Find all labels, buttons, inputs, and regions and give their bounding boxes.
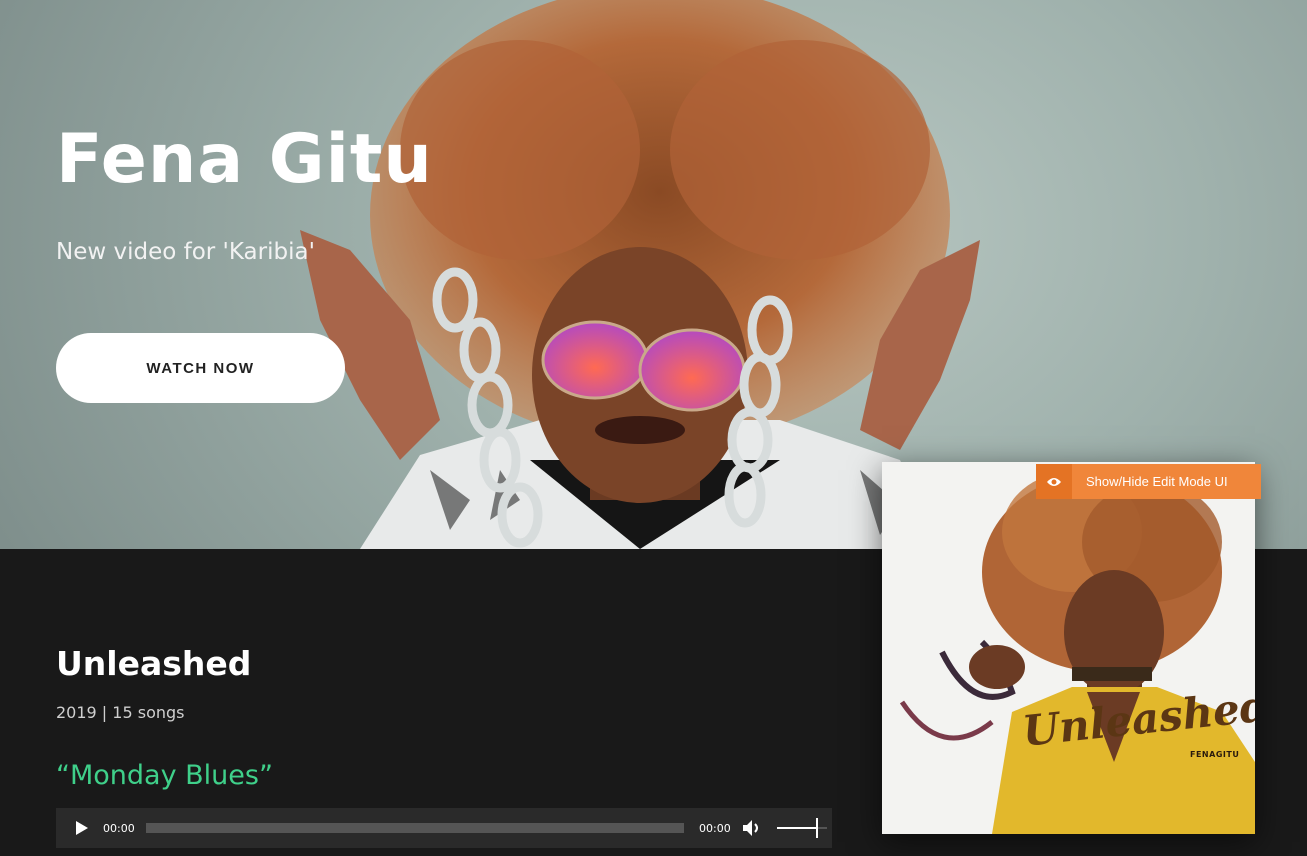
volume-slider[interactable] [777,808,829,848]
album-cover: Unleashed FENAGITU [882,462,1255,834]
watch-now-button[interactable]: WATCH NOW [56,333,345,403]
album-cover-art [899,472,1255,834]
play-button[interactable] [56,808,108,848]
current-time: 00:00 [103,821,135,835]
audio-player: 00:00 00:00 [56,808,832,848]
album-title: Unleashed [56,644,252,683]
eye-icon [1036,464,1072,499]
duration-time: 00:00 [699,821,731,835]
track-title: “Monday Blues” [56,760,273,791]
progress-bar[interactable] [146,823,684,833]
hero-title: Fena Gitu [56,120,433,199]
speaker-icon [743,820,758,836]
hero-subtitle: New video for 'Karibia' [56,239,315,265]
mute-button[interactable] [739,808,765,848]
album-cover-artist: FENAGITU [1190,750,1240,759]
edit-mode-toggle-label: Show/Hide Edit Mode UI [1086,474,1228,489]
edit-mode-toggle-button[interactable]: Show/Hide Edit Mode UI [1036,464,1261,499]
play-icon [76,821,88,835]
album-meta: 2019 | 15 songs [56,703,185,722]
volume-bar [777,818,827,838]
